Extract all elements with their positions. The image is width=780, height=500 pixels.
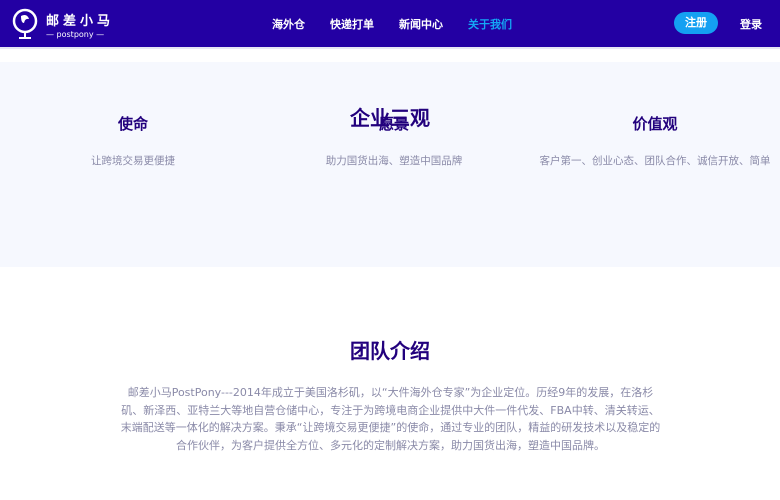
values-card: 价值观客户第一、创业心态、团队合作、诚信开放、简单: [525, 113, 780, 168]
team-description: 邮差小马PostPony---2014年成立于美国洛杉矶，以“大件海外仓专家”为…: [120, 386, 661, 452]
mission-title: 使命: [117, 115, 148, 133]
nav-news[interactable]: 新闻中心: [399, 16, 443, 32]
logo[interactable]: 邮差小马 — postpony —: [12, 8, 114, 40]
top-nav: 邮差小马 — postpony — 海外仓 快递打单 新闻中心 关于我们 注册 登…: [0, 0, 780, 49]
mission-card: 使命让跨境交易更便捷: [3, 113, 263, 168]
team-title: 团队介绍: [350, 339, 430, 363]
vision-text: 助力国货出海、塑造中国品牌: [325, 155, 463, 167]
mission-text: 让跨境交易更便捷: [91, 155, 175, 167]
login-link[interactable]: 登录: [740, 16, 762, 32]
nav-express-label[interactable]: 快递打单: [330, 16, 374, 32]
nav-overseas-warehouse[interactable]: 海外仓: [272, 16, 305, 32]
nav-about-us[interactable]: 关于我们: [468, 16, 512, 32]
logo-text: 邮差小马: [46, 13, 115, 29]
pony-globe-icon: [12, 8, 38, 39]
core-values-title: 价值观: [632, 115, 678, 133]
vision-card: 愿景助力国货出海、塑造中国品牌: [264, 113, 524, 168]
register-button[interactable]: 注册: [674, 12, 718, 34]
vision-title: 愿景: [378, 115, 409, 133]
logo-subtext: — postpony —: [46, 29, 105, 39]
core-values-text: 客户第一、创业心态、团队合作、诚信开放、简单: [539, 155, 771, 167]
